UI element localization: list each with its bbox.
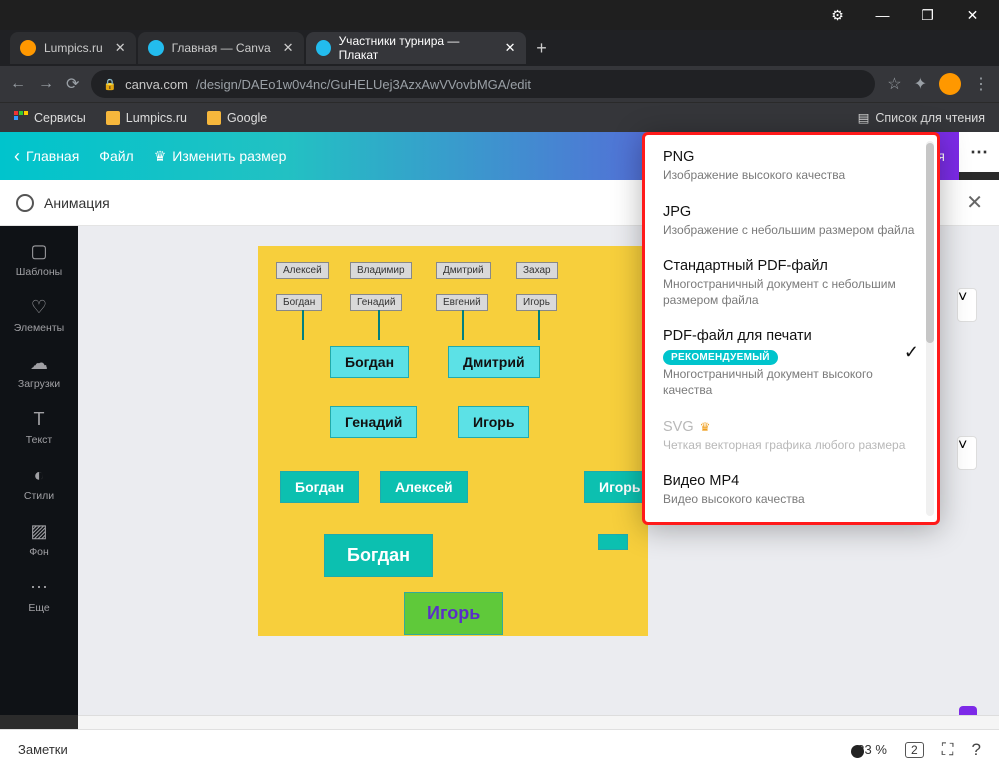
page-count[interactable]: 2 [905, 742, 924, 758]
sidebar-item-elements[interactable]: ♡Элементы [0, 288, 78, 342]
design-canvas[interactable]: Алексей Владимир Дмитрий Захар Богдан Ге… [258, 246, 648, 636]
url-input[interactable]: 🔒 canva.com/design/DAEo1w0v4nc/GuHELUej3… [91, 70, 875, 98]
bracket-box[interactable]: Богдан [330, 346, 409, 378]
tab-label: Участники турнира — Плакат [339, 34, 493, 62]
bracket-box[interactable]: Владимир [350, 262, 412, 279]
grid-icon [14, 111, 28, 125]
window-titlebar: ⚙ — ❐ ✕ [0, 0, 999, 30]
file-menu[interactable]: Файл [99, 148, 133, 164]
bracket-box[interactable]: Богдан [276, 294, 322, 311]
filetype-option-pdf-print[interactable]: PDF-файл для печати РЕКОМЕНДУЕМЫЙ Многос… [645, 318, 937, 408]
background-icon: ▨ [28, 520, 50, 542]
check-icon: ✓ [904, 342, 919, 363]
new-tab-button[interactable]: + [528, 34, 556, 62]
fullscreen-icon[interactable]: ⛶ [942, 740, 954, 760]
browser-tab[interactable]: Участники турнира — Плакат ✕ [306, 32, 526, 64]
animation-icon [16, 194, 34, 212]
palette-icon: ◐ [28, 464, 50, 486]
window-settings-icon[interactable]: ⚙ [815, 1, 860, 29]
sidebar-item-text[interactable]: TТекст [0, 400, 78, 454]
profile-avatar[interactable] [939, 73, 961, 95]
animation-button[interactable]: Анимация [44, 195, 110, 211]
templates-icon: ▢ [28, 240, 50, 262]
bracket-box[interactable]: Генадий [350, 294, 402, 311]
crown-icon: ♛ [700, 420, 711, 434]
sidebar-item-background[interactable]: ▨Фон [0, 512, 78, 566]
bracket-box[interactable]: Евгений [436, 294, 488, 311]
home-button[interactable]: ‹Главная [14, 146, 79, 167]
browser-address-bar: ← → ⟳ 🔒 canva.com/design/DAEo1w0v4nc/GuH… [0, 66, 999, 102]
bookmarks-apps[interactable]: Сервисы [14, 111, 86, 125]
bracket-box[interactable]: Захар [516, 262, 558, 279]
filetype-option-png[interactable]: PNG Изображение высокого качества [645, 139, 937, 194]
sidebar-item-more[interactable]: ⋯Еще [0, 568, 78, 622]
bracket-box[interactable]: Игорь [516, 294, 557, 311]
tab-label: Lumpics.ru [44, 41, 103, 55]
folder-icon [106, 111, 120, 125]
bookmarks-bar: Сервисы Lumpics.ru Google ▤ Список для ч… [0, 102, 999, 132]
download-button[interactable] [959, 706, 977, 715]
tab-close-icon[interactable]: ✕ [283, 40, 294, 56]
sidebar-item-templates[interactable]: ▢Шаблоны [0, 232, 78, 286]
window-close-button[interactable]: ✕ [950, 1, 995, 29]
browser-tabstrip: Lumpics.ru ✕ Главная — Canva ✕ Участники… [0, 30, 999, 66]
filetype-option-svg[interactable]: SVG♛ Четкая векторная графика любого раз… [645, 409, 937, 464]
text-icon: T [28, 408, 50, 430]
favicon-icon [148, 40, 164, 56]
extensions-icon[interactable]: ✦ [914, 74, 927, 94]
filetype-dropdown[interactable]: PNG Изображение высокого качества JPG Из… [642, 132, 940, 525]
lock-icon: 🔒 [103, 78, 117, 91]
sidebar-item-styles[interactable]: ◐Стили [0, 456, 78, 510]
bracket-box[interactable]: Дмитрий [448, 346, 540, 378]
window-minimize-button[interactable]: — [860, 1, 905, 29]
crown-icon: ♛ [154, 148, 167, 165]
filetype-option-mp4[interactable]: Видео MP4 Видео высокого качества [645, 463, 937, 518]
horizontal-scrollbar[interactable] [78, 715, 999, 729]
recommended-badge: РЕКОМЕНДУЕМЫЙ [663, 350, 778, 365]
bracket-box[interactable]: Игорь [458, 406, 529, 438]
nav-back-icon[interactable]: ← [10, 75, 26, 93]
panel-field[interactable]: ˅ [957, 288, 977, 322]
bookmark-item[interactable]: Lumpics.ru [106, 111, 187, 125]
bottom-bar: Заметки 33 % 2 ⛶ ? [0, 729, 999, 769]
tab-close-icon[interactable]: ✕ [505, 40, 516, 56]
star-icon[interactable]: ☆ [887, 74, 901, 94]
favicon-icon [20, 40, 36, 56]
more-button[interactable]: ⋯ [959, 132, 999, 172]
bracket-box[interactable]: Богдан [280, 471, 359, 503]
bracket-box[interactable]: Генадий [330, 406, 417, 438]
bracket-box[interactable]: Алексей [276, 262, 329, 279]
tab-close-icon[interactable]: ✕ [115, 40, 126, 56]
browser-tab[interactable]: Главная — Canva ✕ [138, 32, 304, 64]
bracket-box[interactable]: Алексей [380, 471, 468, 503]
more-icon: ⋯ [28, 576, 50, 598]
chevron-left-icon: ‹ [14, 146, 20, 167]
filetype-option-jpg[interactable]: JPG Изображение с небольшим размером фай… [645, 194, 937, 249]
bracket-box[interactable]: Дмитрий [436, 262, 491, 279]
folder-icon [207, 111, 221, 125]
cloud-upload-icon: ☁ [28, 352, 50, 374]
resize-button[interactable]: ♛Изменить размер [154, 148, 287, 165]
bookmark-item[interactable]: Google [207, 111, 267, 125]
tab-label: Главная — Canva [172, 41, 271, 55]
url-path: /design/DAEo1w0v4nc/GuHELUej3AzxAwVVovbM… [196, 77, 531, 92]
elements-icon: ♡ [28, 296, 50, 318]
panel-field[interactable]: ˅ [957, 436, 977, 470]
left-sidebar: ▢Шаблоны ♡Элементы ☁Загрузки TТекст ◐Сти… [0, 226, 78, 715]
close-icon[interactable]: ✕ [966, 190, 983, 215]
sidebar-item-uploads[interactable]: ☁Загрузки [0, 344, 78, 398]
bracket-box[interactable]: Богдан [324, 534, 433, 577]
help-icon[interactable]: ? [972, 740, 981, 760]
window-maximize-button[interactable]: ❐ [905, 1, 950, 29]
nav-reload-icon[interactable]: ⟳ [66, 74, 79, 94]
browser-menu-icon[interactable]: ⋮ [973, 74, 989, 94]
winner-box[interactable]: Игорь [404, 592, 503, 635]
url-host: canva.com [125, 77, 188, 92]
nav-forward-icon[interactable]: → [38, 75, 54, 93]
filetype-option-pdf-standard[interactable]: Стандартный PDF-файл Многостраничный док… [645, 248, 937, 318]
browser-tab[interactable]: Lumpics.ru ✕ [10, 32, 136, 64]
reading-list-button[interactable]: ▤ Список для чтения [858, 110, 985, 125]
favicon-icon [316, 40, 331, 56]
dropdown-scrollbar[interactable] [926, 141, 934, 516]
